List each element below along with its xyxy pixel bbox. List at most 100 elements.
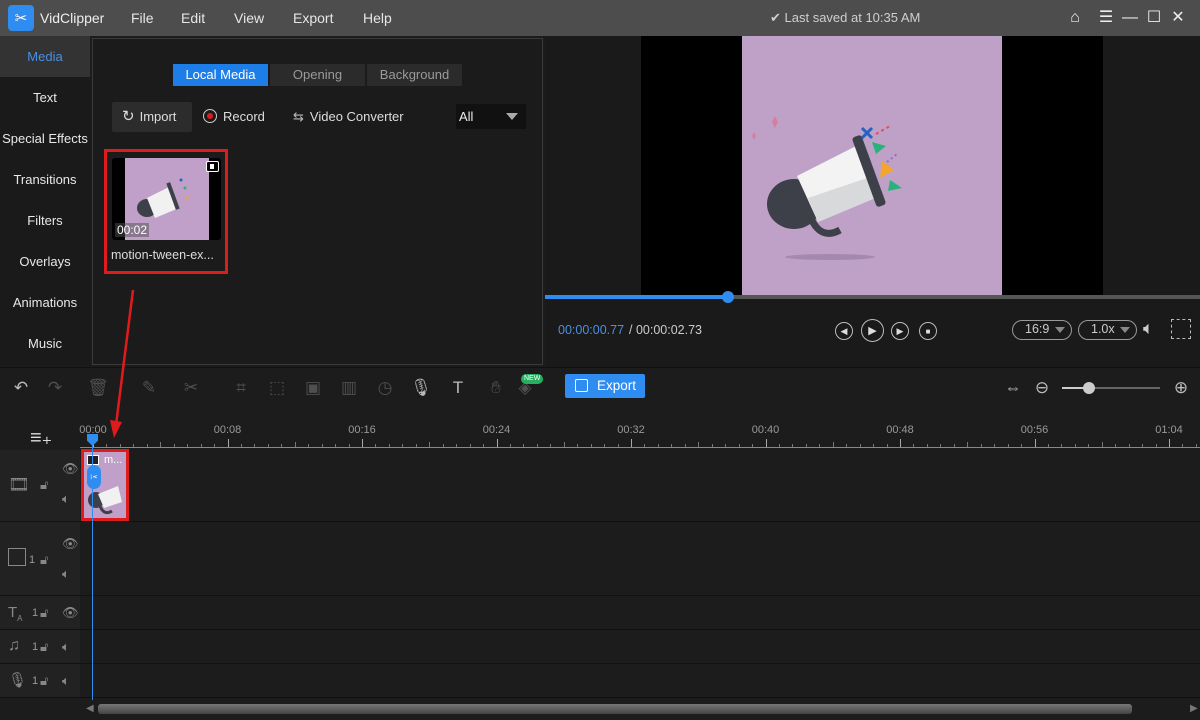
eye-icon[interactable]: 👁︎ [62, 536, 79, 552]
green-screen-icon[interactable]: ✋︎ [485, 377, 507, 399]
playhead[interactable] [92, 436, 93, 700]
ruler-tick [146, 444, 148, 447]
mosaic-icon[interactable]: ⬚ [266, 377, 288, 399]
stop-icon[interactable]: ■ [919, 322, 937, 340]
media-filter-select[interactable]: All [456, 104, 526, 129]
menu-edit[interactable]: Edit [181, 10, 205, 26]
ruler-tick [173, 444, 175, 447]
zoom-out-icon[interactable]: ⊖ [1031, 377, 1053, 399]
aspect-ratio-select[interactable]: 16:9 [1012, 320, 1072, 340]
zoom-slider-handle[interactable] [1083, 382, 1096, 394]
sidebar-item-filters[interactable]: Filters [0, 200, 90, 241]
export-icon [575, 379, 588, 392]
lock-icon[interactable]: 🔓︎ [40, 673, 48, 689]
play-icon[interactable]: ▶ [861, 319, 884, 342]
fit-timeline-icon[interactable]: ⇔ [1002, 377, 1024, 399]
lock-icon[interactable]: 🔓︎ [40, 477, 48, 493]
media-duration: 00:02 [115, 223, 150, 237]
ruler-tick [335, 444, 337, 447]
scroll-right-icon[interactable]: ▶ [1190, 703, 1198, 714]
ruler-tick [684, 444, 686, 447]
progress-handle[interactable] [722, 291, 735, 303]
microphone-icon[interactable]: 🎙︎ [410, 377, 432, 399]
edit-icon[interactable]: ✎ [138, 377, 160, 399]
zoom-in-icon[interactable]: ⊕ [1170, 377, 1192, 399]
preview-progress-bar[interactable] [545, 291, 1200, 303]
ruler-tick [846, 444, 848, 447]
speaker-icon[interactable]: 🔈︎ [62, 639, 70, 655]
close-icon[interactable]: ✕ [1168, 8, 1188, 28]
audio-wave-icon[interactable]: ▥ [338, 377, 360, 399]
add-track-icon[interactable]: ≡₊ [30, 425, 52, 450]
timeline-ruler[interactable] [80, 438, 1200, 448]
video-canvas [641, 36, 1103, 296]
lock-icon[interactable]: 🔓︎ [40, 605, 48, 621]
ruler-tick [953, 444, 955, 447]
timeline-horizontal-scrollbar[interactable] [98, 704, 1132, 714]
crop-icon[interactable]: ⌗ [230, 377, 252, 399]
fullscreen-icon[interactable] [1171, 319, 1191, 339]
delete-icon[interactable]: 🗑︎ [87, 377, 109, 399]
ruler-tick [469, 444, 471, 447]
import-icon: ↻ [122, 108, 135, 125]
sidebar-item-overlays[interactable]: Overlays [0, 241, 90, 282]
menu-view[interactable]: View [234, 10, 264, 26]
eye-icon[interactable]: 👁︎ [62, 461, 79, 477]
freeze-frame-icon[interactable]: ▣ [302, 377, 324, 399]
ruler-tick [1155, 444, 1157, 447]
next-frame-icon[interactable]: ▶ [891, 322, 909, 340]
menu-help[interactable]: Help [363, 10, 392, 26]
minimize-icon[interactable]: — [1120, 8, 1140, 28]
film-icon: 🎞︎ [8, 475, 30, 494]
ruler-tick [644, 444, 646, 447]
text-to-speech-icon[interactable]: T [447, 377, 469, 399]
timeline-clip[interactable]: m... ✂ [81, 449, 129, 521]
import-button[interactable]: ↻ Import [112, 102, 192, 132]
sidebar-item-music[interactable]: Music [0, 323, 90, 364]
tab-local-media[interactable]: Local Media [173, 64, 268, 86]
ruler-tick [792, 444, 794, 447]
previous-frame-icon[interactable]: ◀ [835, 322, 853, 340]
speaker-icon[interactable]: 🔈︎ [62, 673, 70, 689]
ruler-tick [604, 444, 606, 447]
ruler-label: 00:00 [79, 424, 107, 436]
maximize-icon[interactable]: ☐ [1144, 8, 1164, 28]
redo-icon[interactable]: ↷ [44, 377, 66, 399]
eye-icon[interactable]: 👁︎ [62, 605, 79, 621]
undo-icon[interactable]: ↶ [10, 377, 32, 399]
ruler-tick [778, 444, 780, 447]
speed-select[interactable]: 1.0x [1078, 320, 1137, 340]
tab-opening[interactable]: Opening [270, 64, 365, 86]
menu-file[interactable]: File [131, 10, 154, 26]
scroll-left-icon[interactable]: ◀ [86, 703, 94, 714]
export-button[interactable]: Export [565, 374, 645, 398]
sidebar-item-media[interactable]: Media [0, 36, 90, 77]
lock-icon[interactable]: 🔓︎ [40, 552, 48, 568]
speaker-icon[interactable]: 🔈︎ [62, 566, 70, 582]
ruler-tick [227, 439, 229, 447]
ruler-tick [967, 442, 969, 447]
ruler-tick [267, 444, 269, 447]
check-icon: ✔ [770, 10, 785, 25]
sidebar-item-animations[interactable]: Animations [0, 282, 90, 323]
media-item[interactable]: 00:02 motion-tween-ex... [104, 149, 228, 274]
duration-icon[interactable]: ◷ [374, 377, 396, 399]
sidebar-item-text[interactable]: Text [0, 77, 90, 118]
menu-icon[interactable]: ☰ [1096, 8, 1116, 28]
video-type-icon [87, 455, 99, 465]
ruler-label: 00:56 [1020, 424, 1049, 436]
home-icon[interactable]: ⌂ [1065, 8, 1085, 28]
cut-icon[interactable]: ✂ [180, 377, 202, 399]
volume-icon[interactable]: 🔈︎ [1143, 318, 1154, 339]
sidebar-item-transitions[interactable]: Transitions [0, 159, 90, 200]
record-button[interactable]: Record [203, 102, 265, 132]
ruler-label: 01:04 [1155, 424, 1183, 436]
speaker-icon[interactable]: 🔈︎ [62, 491, 70, 507]
microphone-icon: 🎙︎ [8, 672, 28, 689]
tab-background[interactable]: Background [367, 64, 462, 86]
video-converter-button[interactable]: ⇆ Video Converter [293, 102, 404, 132]
timeline-zoom-slider[interactable] [1062, 382, 1160, 394]
lock-icon[interactable]: 🔓︎ [40, 639, 48, 655]
sidebar-item-special-effects[interactable]: Special Effects [0, 118, 90, 159]
menu-export[interactable]: Export [293, 10, 333, 26]
